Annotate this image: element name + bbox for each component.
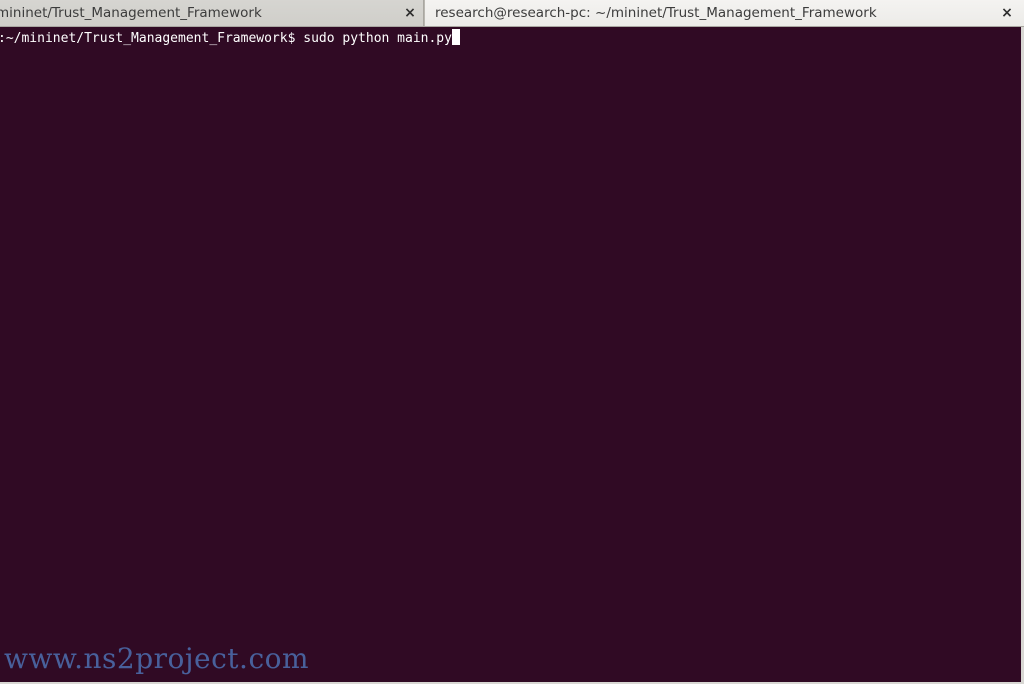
- prompt-line: :~/mininet/Trust_Management_Framework$ s…: [0, 29, 460, 47]
- close-icon[interactable]: ×: [998, 4, 1016, 22]
- text-cursor: [451, 29, 460, 45]
- shell-prompt: :~/mininet/Trust_Management_Framework$: [0, 31, 304, 46]
- typed-command: sudo python main.py: [303, 31, 452, 46]
- tab-bar: mininet/Trust_Management_Framework × res…: [0, 0, 1024, 27]
- terminal-window: mininet/Trust_Management_Framework × res…: [0, 0, 1024, 684]
- watermark: www.ns2project.com: [4, 642, 310, 675]
- tab-title: research@research-pc: ~/mininet/Trust_Ma…: [435, 5, 877, 21]
- tab-title: mininet/Trust_Management_Framework: [0, 5, 262, 21]
- close-icon[interactable]: ×: [401, 4, 419, 22]
- tab-inactive[interactable]: mininet/Trust_Management_Framework ×: [0, 0, 424, 26]
- terminal-output[interactable]: :~/mininet/Trust_Management_Framework$ s…: [0, 27, 1021, 682]
- tab-active[interactable]: research@research-pc: ~/mininet/Trust_Ma…: [424, 0, 1024, 26]
